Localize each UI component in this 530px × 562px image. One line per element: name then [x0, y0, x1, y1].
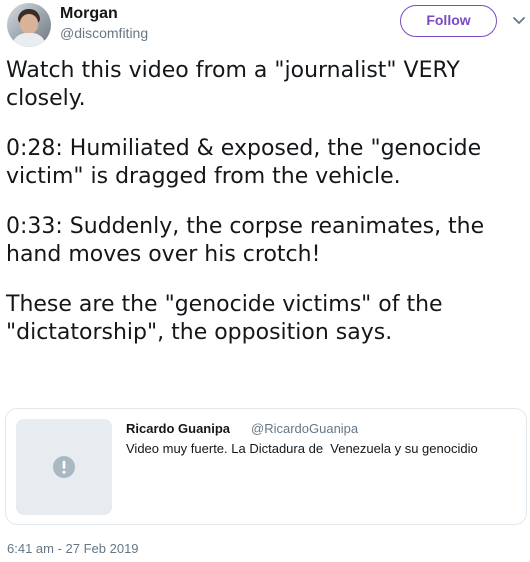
- avatar-shirt: [12, 33, 46, 47]
- tweet-timestamp[interactable]: 6:41 am - 27 Feb 2019: [7, 540, 139, 558]
- quoted-tweet-text: Video muy fuerte. La Dictadura de Venezu…: [126, 441, 478, 456]
- author-display-name[interactable]: Morgan: [60, 4, 118, 24]
- follow-button[interactable]: Follow: [400, 5, 497, 37]
- avatar-face: [20, 14, 38, 34]
- chevron-down-icon[interactable]: [512, 16, 526, 26]
- quoted-tweet-card[interactable]: Ricardo Guanipa @RicardoGuanipa Video mu…: [5, 408, 527, 525]
- tweet-text: Watch this video from a "journalist" VER…: [6, 57, 524, 347]
- tweet-paragraph: These are the "genocide victims" of the …: [6, 292, 443, 345]
- quoted-author-handle: @RicardoGuanipa: [251, 421, 359, 436]
- tweet-paragraph: 0:33: Suddenly, the corpse reanimates, t…: [6, 214, 485, 267]
- quoted-author-name: Ricardo Guanipa: [126, 421, 231, 436]
- author-handle[interactable]: @discomfiting: [60, 24, 148, 42]
- tweet-paragraph: 0:28: Humiliated & exposed, the "genocid…: [6, 136, 482, 189]
- tweet-paragraph: Watch this video from a "journalist" VER…: [6, 58, 460, 111]
- quoted-media-placeholder[interactable]: [16, 419, 112, 515]
- tweet-header: Morgan @discomfiting Follow: [7, 3, 526, 49]
- avatar[interactable]: [7, 3, 51, 47]
- warning-circle-icon: [53, 456, 75, 478]
